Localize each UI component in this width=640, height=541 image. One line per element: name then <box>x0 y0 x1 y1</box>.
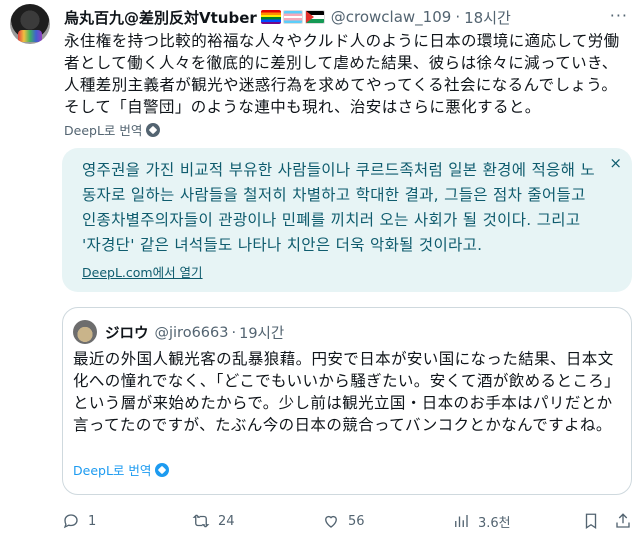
palestine-flag-icon <box>304 10 325 24</box>
quote-header: ジロウ @jiro6663 · 19시간 <box>105 322 284 343</box>
close-icon[interactable]: × <box>609 154 622 172</box>
translate-label: DeepL로 번역 <box>64 123 143 138</box>
deepl-icon <box>146 122 161 137</box>
retweet-count: 24 <box>218 513 235 529</box>
reply-icon <box>63 514 78 529</box>
quote-translate-label: DeepL로 번역 <box>73 463 152 478</box>
rainbow-flag-icon <box>260 10 281 24</box>
quote-text: 最近の外国人観光客の乱暴狼藉。円安で日本が安い国になった結果、日本文化への憧れで… <box>73 350 621 434</box>
separator-dot: · <box>455 8 461 26</box>
retweet-icon <box>192 514 210 528</box>
quote-separator-dot: · <box>231 324 237 341</box>
tweet-header: 烏丸百九@差別反対Vtuber @crowclaw_109 · 18시간 <box>64 6 600 28</box>
translate-button[interactable]: DeepL로 번역 <box>64 120 161 139</box>
reply-button[interactable]: 1 <box>62 512 122 530</box>
quote-timestamp: 19시간 <box>239 326 285 342</box>
avatar[interactable] <box>10 4 50 44</box>
bookmark-icon <box>585 513 597 530</box>
quote-translate-button[interactable]: DeepL로 번역 <box>73 460 170 479</box>
flag-emojis <box>260 10 325 24</box>
quote-handle: @jiro6663 <box>154 324 229 341</box>
quoted-tweet-card[interactable]: ジロウ @jiro6663 · 19시간 最近の外国人観光客の乱暴狼藉。円安で日… <box>62 307 632 495</box>
share-icon <box>616 513 630 528</box>
action-bar: 1 24 56 3.6천 <box>62 509 632 533</box>
views-button[interactable]: 3.6천 <box>452 512 512 531</box>
more-options-icon[interactable]: ··· <box>610 6 628 25</box>
translation-text: 영주권을 가진 비교적 부유한 사람들이나 쿠르드족처럼 일본 환경에 적응해 … <box>82 161 595 254</box>
retweet-button[interactable]: 24 <box>192 512 252 530</box>
like-button[interactable]: 56 <box>322 512 382 530</box>
reply-count: 1 <box>88 513 97 529</box>
quote-avatar[interactable] <box>73 320 97 344</box>
like-count: 56 <box>348 513 365 529</box>
timestamp[interactable]: 18시간 <box>464 7 511 28</box>
tweet-text: 永住権を持つ比較的裕福な人々やクルド人のように日本の環境に適応して労働者として働… <box>64 32 620 116</box>
share-button[interactable] <box>614 512 632 530</box>
open-in-deepl-link[interactable]: DeepL.com에서 열기 <box>82 262 203 281</box>
translation-panel: 영주권을 가진 비교적 부유한 사람들이나 쿠르드족처럼 일본 환경에 적응해 … <box>62 148 632 292</box>
deepl-icon <box>155 462 170 477</box>
display-name[interactable]: 烏丸百九@差別反対Vtuber <box>64 7 257 28</box>
view-count: 3.6천 <box>478 515 511 531</box>
user-handle[interactable]: @crowclaw_109 <box>331 8 452 26</box>
views-icon <box>455 515 468 527</box>
bookmark-button[interactable] <box>582 512 600 530</box>
quote-display-name: ジロウ <box>105 326 149 342</box>
heart-icon <box>325 515 337 528</box>
trans-flag-icon <box>282 10 303 24</box>
action-group-right <box>582 512 632 530</box>
